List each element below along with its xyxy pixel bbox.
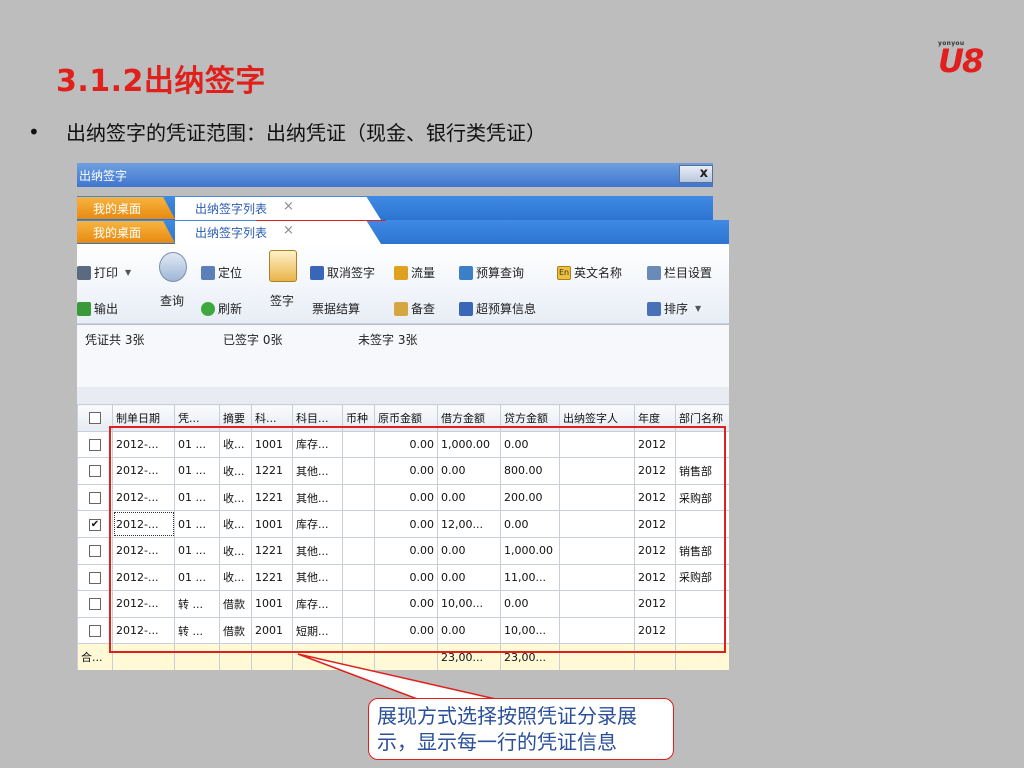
flow-button[interactable]: 流量 — [394, 264, 435, 281]
tab-my-desktop[interactable]: 我的桌面 — [77, 221, 175, 243]
bill-settle-button[interactable]: 票据结算 — [312, 300, 360, 317]
u8-logo: yonyou U8 — [938, 40, 988, 80]
tab-close-icon[interactable]: × — [283, 223, 294, 238]
alert-icon — [459, 301, 473, 316]
bullet-marker: • — [28, 120, 40, 144]
total-label: 合... — [77, 643, 113, 670]
slide-title: 3.1.2出纳签字 — [56, 64, 266, 99]
tab-close-icon[interactable]: × — [283, 199, 294, 214]
export-icon — [77, 301, 91, 316]
chevron-down-icon[interactable]: ▼ — [125, 268, 131, 277]
printer-icon — [77, 265, 91, 280]
row-checkbox[interactable] — [77, 483, 113, 512]
row-checkbox[interactable] — [77, 563, 113, 592]
select-all-checkbox[interactable] — [77, 404, 113, 432]
window-title-bar: 出纳签字 x — [77, 163, 713, 187]
flow-icon — [394, 265, 408, 280]
row-checkbox[interactable] — [77, 590, 113, 618]
unsigned-count: 未签字 3张 — [358, 333, 418, 347]
summary-bar: 凭证共 3张 已签字 0张 未签字 3张 — [77, 325, 729, 387]
check-record-button[interactable]: 备查 — [394, 300, 435, 317]
refresh-button[interactable]: 刷新 — [201, 300, 242, 317]
tab-cashier-sign-list[interactable]: 出纳签字列表 × — [175, 197, 381, 220]
magnifier-icon — [159, 252, 187, 282]
sign-button[interactable]: 签字 — [270, 292, 294, 309]
chevron-down-icon[interactable]: ▼ — [695, 304, 701, 313]
tab-bar-top: 我的桌面 出纳签字列表 × — [77, 196, 713, 220]
tab-cashier-sign-list[interactable]: 出纳签字列表 × — [175, 221, 381, 244]
signed-count: 已签字 0张 — [223, 333, 283, 347]
callout-note: 展现方式选择按照凭证分录展示，显示每一行的凭证信息 — [368, 698, 674, 760]
locate-button[interactable]: 定位 — [201, 264, 242, 281]
row-checkbox[interactable] — [77, 457, 113, 485]
tab-my-desktop[interactable]: 我的桌面 — [77, 197, 175, 219]
en-icon: En — [557, 265, 571, 280]
sort-icon — [647, 301, 661, 316]
voucher-total: 凭证共 3张 — [85, 333, 145, 347]
notebook-icon — [394, 301, 408, 316]
sort-button[interactable]: 排序 ▼ — [647, 300, 701, 317]
cancel-sign-button[interactable]: 取消签字 — [310, 264, 375, 281]
over-budget-button[interactable]: 超预算信息 — [459, 300, 536, 317]
export-button[interactable]: 输出 — [77, 300, 118, 317]
refresh-icon — [201, 301, 215, 316]
locate-icon — [201, 265, 215, 280]
bullet-text: 出纳签字的凭证范围：出纳凭证（现金、银行类凭证） — [66, 121, 546, 145]
highlight-box — [109, 426, 726, 653]
logo-mark: U8 — [938, 42, 984, 80]
window-title: 出纳签字 — [79, 169, 128, 183]
query-button[interactable]: 查询 — [160, 292, 184, 309]
close-button[interactable]: x — [679, 165, 713, 183]
column-settings-button[interactable]: 栏目设置 — [647, 264, 712, 281]
english-name-button[interactable]: En 英文名称 — [557, 264, 622, 281]
print-button[interactable]: 打印 ▼ — [77, 264, 131, 281]
row-checkbox[interactable] — [77, 616, 113, 645]
sign-pen-icon — [269, 250, 297, 282]
toolbar: 打印 ▼ 输出 查询 定位 刷新 签字 取消签字 票据结算 流量 备查 预算查询 … — [77, 244, 729, 324]
save-icon — [310, 265, 324, 280]
columns-icon — [647, 265, 661, 280]
row-checkbox[interactable] — [77, 536, 113, 565]
tab-underline — [256, 220, 386, 221]
tab-bar: 我的桌面 出纳签字列表 × — [77, 220, 729, 244]
row-checkbox[interactable] — [77, 430, 113, 459]
row-checkbox[interactable]: ✔ — [77, 510, 113, 538]
budget-query-button[interactable]: 预算查询 — [459, 264, 524, 281]
budget-icon — [459, 265, 473, 280]
